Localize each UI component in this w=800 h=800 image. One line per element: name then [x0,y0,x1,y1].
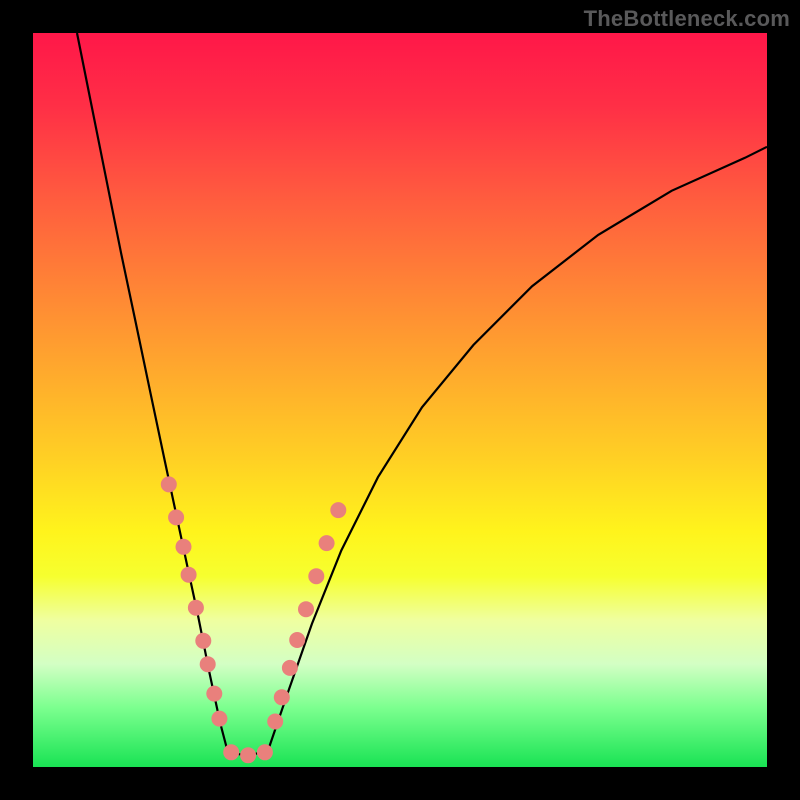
data-dot [267,714,283,730]
data-dot [211,711,227,727]
data-dot [319,535,335,551]
data-dot [168,509,184,525]
data-dot [289,632,305,648]
data-dot [188,600,204,616]
curve-group [77,33,767,756]
data-dot [181,567,197,583]
curve-right-branch [268,147,767,751]
outer-frame: TheBottleneck.com [0,0,800,800]
dot-group [161,476,346,763]
data-dot [206,686,222,702]
data-dot [257,744,273,760]
data-dot [161,476,177,492]
chart-svg [33,33,767,767]
data-dot [195,633,211,649]
data-dot [176,539,192,555]
data-dot [308,568,324,584]
data-dot [330,502,346,518]
watermark-text: TheBottleneck.com [584,6,790,32]
data-dot [223,744,239,760]
data-dot [240,747,256,763]
data-dot [200,656,216,672]
data-dot [298,601,314,617]
data-dot [274,689,290,705]
data-dot [282,660,298,676]
